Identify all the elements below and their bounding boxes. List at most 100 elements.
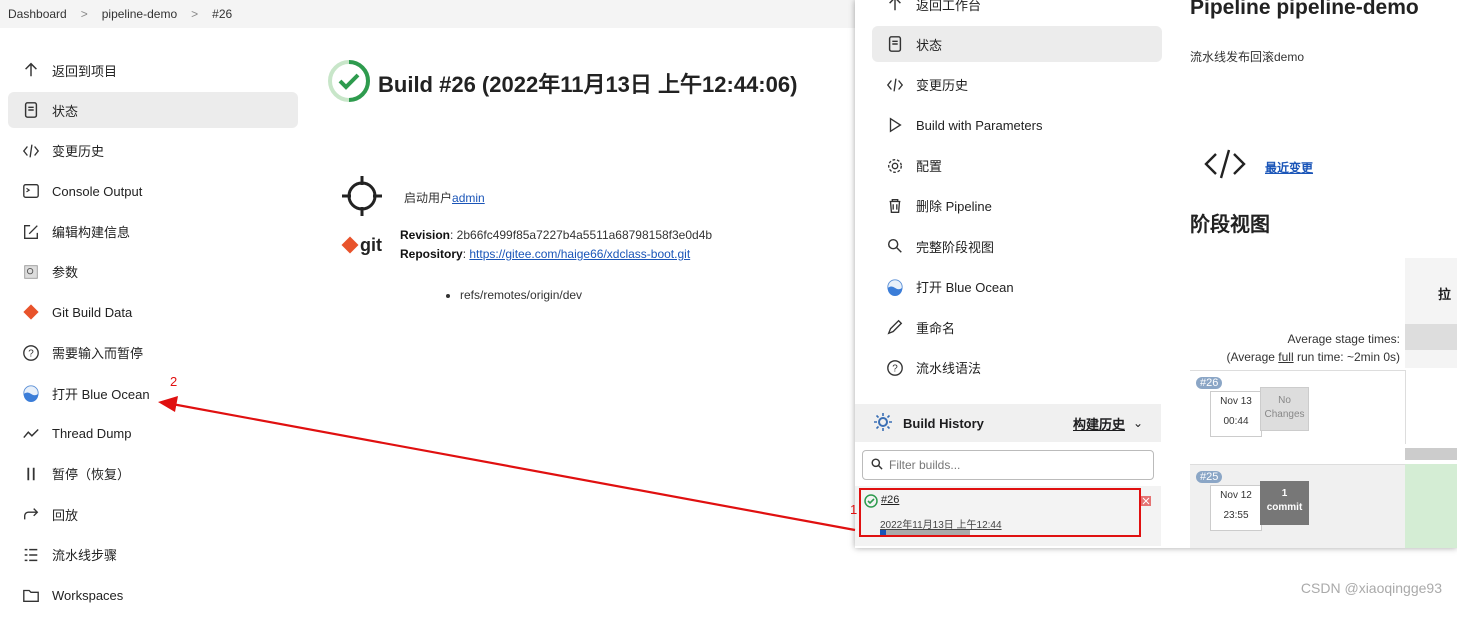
question-icon: ? xyxy=(20,342,42,364)
filter-builds-input[interactable]: Filter builds... xyxy=(862,450,1154,480)
breadcrumb-separator: > xyxy=(80,7,88,21)
sidebar-item-configure[interactable]: 配置 xyxy=(872,148,1162,184)
pencil-icon xyxy=(884,316,906,338)
parameters-icon xyxy=(20,261,42,283)
sidebar-item-git-build-data[interactable]: Git Build Data xyxy=(8,294,298,330)
repository-line: Repository: https://gitee.com/haige66/xd… xyxy=(400,247,691,261)
average-run-prefix: (Average xyxy=(1226,350,1279,364)
sidebar-item-blue-ocean[interactable]: 打开 Blue Ocean xyxy=(872,269,1162,305)
stage-run-row[interactable]: #26 Nov 13 00:44 No Changes xyxy=(1190,370,1405,445)
sidebar-item-changes[interactable]: 变更历史 xyxy=(872,67,1162,103)
sidebar-item-full-stage-view[interactable]: 完整阶段视图 xyxy=(872,228,1162,264)
stage-progress-bar xyxy=(1405,448,1457,460)
sidebar-item-label: 重命名 xyxy=(916,320,956,336)
sidebar-item-build-with-parameters[interactable]: Build with Parameters xyxy=(872,107,1162,143)
full-run-link[interactable]: full xyxy=(1278,350,1293,364)
folder-icon xyxy=(20,584,42,606)
sidebar-item-thread-dump[interactable]: Thread Dump xyxy=(8,416,298,452)
sidebar-item-label: 编辑构建信息 xyxy=(52,225,131,241)
sidebar-item-rename[interactable]: 重命名 xyxy=(872,309,1162,345)
breadcrumb-build[interactable]: #26 xyxy=(212,7,232,21)
sidebar-item-label: 状态 xyxy=(52,103,79,119)
sidebar-item-status[interactable]: 状态 xyxy=(8,92,298,129)
average-stage-times: Average stage times: (Average full run t… xyxy=(1190,330,1400,366)
no-changes-box: No Changes xyxy=(1260,387,1309,431)
revision-label: Revision xyxy=(400,228,451,242)
sidebar-item-label: 打开 Blue Ocean xyxy=(52,386,150,402)
sidebar-item-changes[interactable]: 变更历史 xyxy=(8,133,298,169)
breadcrumb-pipeline-demo[interactable]: pipeline-demo xyxy=(102,7,177,21)
filter-placeholder: Filter builds... xyxy=(889,458,961,472)
arrow-up-icon xyxy=(884,0,906,15)
watermark: CSDN @xiaoqingge93 xyxy=(1300,580,1442,596)
git-icon xyxy=(20,301,42,323)
steps-icon xyxy=(20,544,42,566)
commit-count-box[interactable]: 1 commit xyxy=(1260,481,1309,525)
gear-icon xyxy=(884,155,906,177)
thread-icon xyxy=(20,423,42,445)
sidebar-item-delete-pipeline[interactable]: 删除 Pipeline xyxy=(872,188,1162,224)
sidebar-item-edit-build-info[interactable]: 编辑构建信息 xyxy=(8,214,298,250)
sidebar-item-label: 删除 Pipeline xyxy=(916,199,992,215)
build-history-trend-link[interactable]: 构建历史 xyxy=(1073,414,1125,433)
blue-ocean-icon xyxy=(20,382,42,404)
pause-icon xyxy=(20,463,42,485)
pipeline-title: Pipeline pipeline-demo xyxy=(1190,0,1419,19)
sidebar-item-pause-resume[interactable]: 暂停（恢复） xyxy=(8,456,298,492)
sidebar-item-replay[interactable]: 回放 xyxy=(8,496,298,532)
stage-run-row[interactable]: #25 Nov 12 23:55 1 commit xyxy=(1190,464,1405,548)
run-date-day: Nov 13 xyxy=(1220,396,1252,407)
sidebar-item-console-output[interactable]: Console Output xyxy=(8,173,298,209)
stage-header-label: 拉 xyxy=(1438,287,1452,302)
recent-changes-link[interactable]: 最近变更 xyxy=(1265,159,1313,176)
sidebar-item-label: Console Output xyxy=(52,183,143,199)
chevron-down-icon[interactable]: ⌄ xyxy=(1133,416,1143,430)
user-link[interactable]: admin xyxy=(452,191,485,205)
sidebar-item-status[interactable]: 状态 xyxy=(872,26,1162,63)
annotation-label-2: 2 xyxy=(170,374,178,389)
sidebar-item-parameters[interactable]: 参数 xyxy=(8,254,298,290)
git-logo: git xyxy=(340,226,400,264)
sidebar-item-pipeline-steps[interactable]: 流水线步骤 xyxy=(8,537,298,573)
sidebar-item-pipeline-syntax[interactable]: ? 流水线语法 xyxy=(872,350,1162,386)
blue-ocean-icon xyxy=(884,276,906,298)
sidebar-item-back-to-project[interactable]: 返回到项目 xyxy=(8,52,298,88)
sidebar-item-blue-ocean[interactable]: 打开 Blue Ocean xyxy=(8,375,298,411)
page-title: Build #26 (2022年11月13日 上午12:44:06) xyxy=(378,71,798,97)
build-history-title: Build History xyxy=(903,415,984,431)
sidebar-item-label: 返回到项目 xyxy=(52,63,118,79)
sidebar-item-label: 回放 xyxy=(52,507,79,523)
svg-text:?: ? xyxy=(892,363,898,374)
revision-value: : 2b66fc499f85a7227b4a5511a68798158f3e0d… xyxy=(450,228,713,242)
pipeline-sidebar: 返回工作台 状态 变更历史 Build with Parameters 配置 删… xyxy=(872,0,1162,390)
sidebar-item-label: 参数 xyxy=(52,265,79,281)
sidebar-item-workspaces[interactable]: Workspaces xyxy=(8,577,298,613)
sidebar-item-paused-for-input[interactable]: ? 需要输入而暂停 xyxy=(8,335,298,371)
cancel-build-icon[interactable] xyxy=(1141,494,1151,509)
sidebar-item-label: 完整阶段视图 xyxy=(916,239,995,255)
trash-icon xyxy=(884,195,906,217)
breadcrumb-dashboard[interactable]: Dashboard xyxy=(8,7,67,21)
code-icon xyxy=(1204,148,1246,183)
repository-label: Repository xyxy=(400,247,463,261)
build-header: Build #26 (2022年11月13日 上午12:44:06) xyxy=(328,60,797,105)
sidebar-item-label: 暂停（恢复） xyxy=(52,467,131,483)
sidebar-item-label: 返回工作台 xyxy=(916,0,982,13)
run-date: Nov 13 00:44 xyxy=(1210,391,1262,437)
run-date-day: Nov 12 xyxy=(1220,490,1252,501)
run-date-time: 23:55 xyxy=(1223,510,1249,521)
stage-header: 拉 xyxy=(1405,258,1457,368)
sidebar-item-label: 打开 Blue Ocean xyxy=(916,280,1014,296)
terminal-icon xyxy=(20,180,42,202)
repository-link[interactable]: https://gitee.com/haige66/xdclass-boot.g… xyxy=(469,247,690,261)
git-logo-text: git xyxy=(360,234,382,255)
search-icon xyxy=(871,457,883,473)
sidebar-item-back-to-dashboard[interactable]: 返回工作台 xyxy=(872,0,1162,22)
run-date-time: 00:44 xyxy=(1223,416,1249,427)
list-item: refs/remotes/origin/dev xyxy=(460,288,582,302)
commit-count: 1 xyxy=(1281,488,1288,499)
refs-list: refs/remotes/origin/dev xyxy=(420,288,582,302)
document-icon xyxy=(884,33,906,55)
stage-view-title: 阶段视图 xyxy=(1190,214,1270,236)
arrow-up-icon xyxy=(20,59,42,81)
